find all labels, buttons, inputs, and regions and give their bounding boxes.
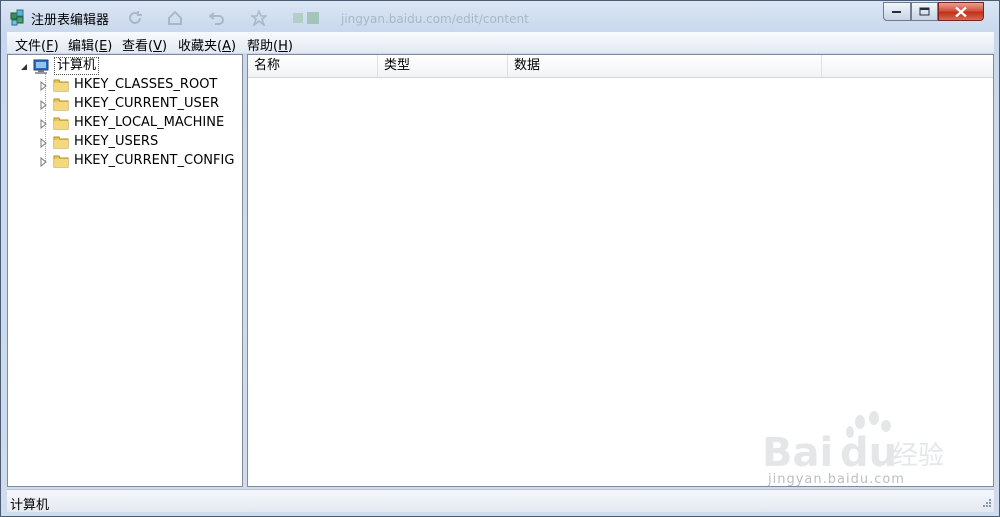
minimize-button[interactable]: [883, 2, 911, 21]
tree-node-hkey-local-machine[interactable]: HKEY_LOCAL_MACHINE: [36, 114, 236, 133]
tree-node-hkey-users[interactable]: HKEY_USERS: [36, 133, 236, 152]
tree-label: HKEY_CURRENT_USER: [74, 96, 220, 111]
folder-icon: [53, 97, 69, 111]
column-header-type[interactable]: 类型: [378, 55, 508, 77]
tree-label: HKEY_USERS: [74, 134, 159, 149]
tree-label: HKEY_LOCAL_MACHINE: [74, 115, 225, 130]
registry-tree-pane[interactable]: 计算机 HKEY_CLASSES_ROOT HKEY_CURRENT_USER: [7, 54, 243, 487]
title-bar[interactable]: 注册表编辑器 jingyan.baidu.com/edit/content: [1, 1, 999, 31]
expand-arrow-icon[interactable]: [39, 156, 48, 168]
tree-node-hkey-current-config[interactable]: HKEY_CURRENT_CONFIG: [36, 152, 241, 171]
column-header-name[interactable]: 名称: [248, 55, 378, 77]
maximize-button[interactable]: [911, 2, 938, 21]
regedit-app-icon: [9, 8, 27, 26]
refresh-icon: [127, 10, 143, 26]
folder-icon: [53, 154, 69, 168]
undo-icon: [208, 10, 225, 26]
status-path: 计算机: [10, 498, 50, 513]
expand-arrow-icon[interactable]: [39, 118, 48, 130]
tree-label: HKEY_CURRENT_CONFIG: [74, 153, 235, 168]
tree-node-hkey-classes-root[interactable]: HKEY_CLASSES_ROOT: [36, 76, 236, 95]
expand-arrow-icon[interactable]: [39, 80, 48, 92]
column-header-data[interactable]: 数据: [508, 55, 822, 77]
svg-text:Bai: Bai: [762, 430, 833, 474]
tree-node-hkey-current-user[interactable]: HKEY_CURRENT_USER: [36, 95, 236, 114]
tree-node-computer[interactable]: 计算机: [16, 57, 236, 76]
menu-view[interactable]: 查看(V): [122, 35, 167, 54]
status-bar: 计算机: [7, 489, 994, 513]
registry-editor-window: 注册表编辑器 jingyan.baidu.com/edit/content 文件…: [0, 0, 1000, 517]
menu-bar: 文件(F) 编辑(E) 查看(V) 收藏夹(A) 帮助(H): [7, 32, 994, 54]
folder-icon: [53, 135, 69, 149]
page-icon: [293, 10, 319, 26]
menu-favorites[interactable]: 收藏夹(A): [178, 35, 236, 54]
collapse-arrow-icon[interactable]: [19, 61, 28, 71]
resize-grip-icon[interactable]: [980, 498, 992, 510]
menu-edit[interactable]: 编辑(E): [68, 35, 112, 54]
menu-help[interactable]: 帮助(H): [247, 35, 293, 54]
values-list-pane[interactable]: 名称 类型 数据 Bai du 经验 jingyan.baidu.com: [247, 54, 994, 487]
computer-icon: [32, 59, 52, 74]
folder-icon: [53, 116, 69, 130]
faded-url-text: jingyan.baidu.com/edit/content: [341, 12, 529, 26]
star-icon: [249, 8, 269, 28]
tree-label: HKEY_CLASSES_ROOT: [74, 77, 218, 92]
svg-text:du: du: [840, 430, 897, 474]
baidu-watermark: Bai du 经验: [762, 410, 948, 477]
menu-file[interactable]: 文件(F): [15, 35, 59, 54]
expand-arrow-icon[interactable]: [39, 137, 48, 149]
svg-text:经验: 经验: [892, 441, 944, 471]
watermark-url: jingyan.baidu.com: [768, 472, 905, 487]
tree-root-label: 计算机: [54, 57, 100, 75]
home-icon: [167, 10, 183, 26]
window-title: 注册表编辑器: [31, 13, 110, 28]
expand-arrow-icon[interactable]: [39, 99, 48, 111]
list-header: 名称 类型 数据: [248, 55, 993, 78]
folder-icon: [53, 78, 69, 92]
close-button[interactable]: [938, 2, 984, 21]
